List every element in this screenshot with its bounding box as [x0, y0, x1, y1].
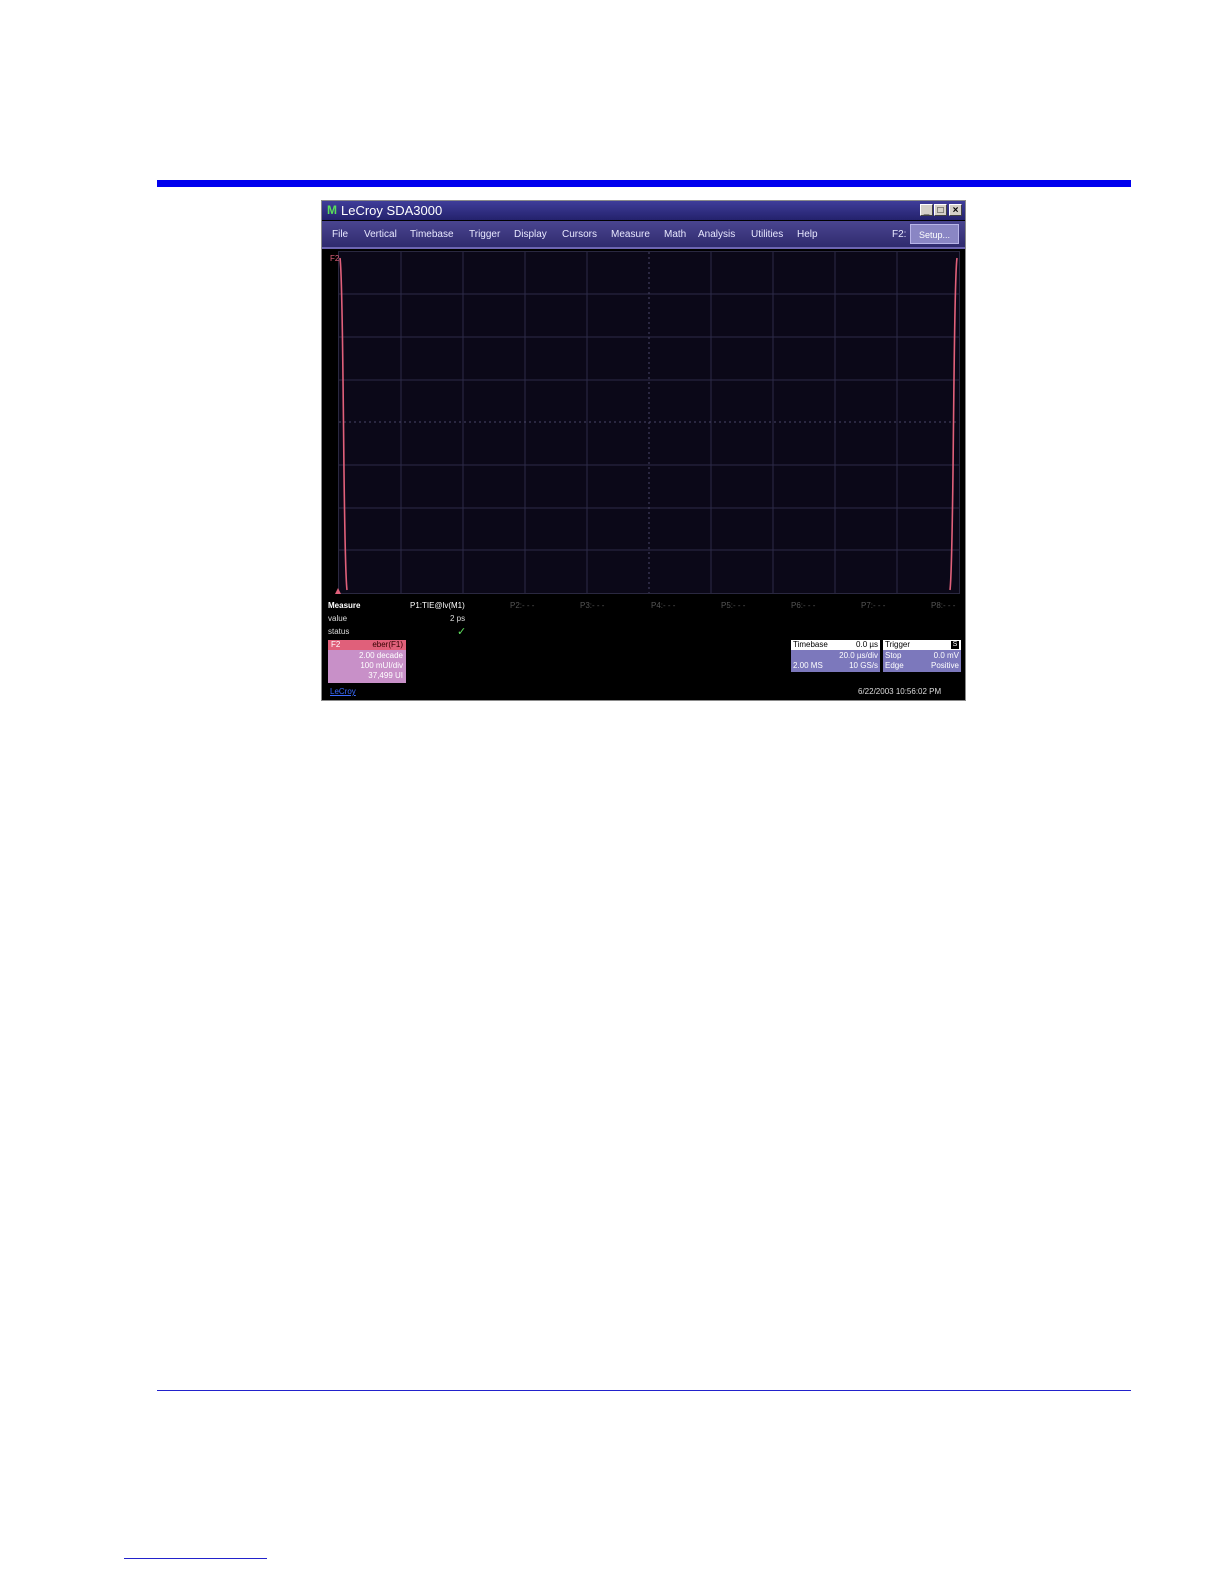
- oscilloscope-window: M LeCroy SDA3000 _ □ × File Vertical Tim…: [321, 200, 966, 701]
- waveform-grid[interactable]: F2: [330, 251, 960, 594]
- param-p8[interactable]: P8:- - -: [931, 601, 955, 610]
- measure-title: Measure: [328, 601, 361, 610]
- trigger-level: 0.0 mV: [933, 651, 959, 660]
- f2-descriptor-box[interactable]: F2 eber(F1) 2.00 decade 100 mUI/div 37,4…: [328, 640, 406, 683]
- check-icon: ✓: [457, 626, 467, 638]
- param-p7[interactable]: P7:- - -: [861, 601, 885, 610]
- timebase-rate: 10 GS/s: [849, 661, 878, 670]
- close-button[interactable]: ×: [949, 204, 962, 216]
- menu-cursors[interactable]: Cursors: [562, 229, 597, 240]
- measure-row-status: status: [328, 627, 350, 636]
- measure-row-value: value: [328, 614, 348, 623]
- title-bar: M LeCroy SDA3000 _ □ ×: [322, 201, 965, 220]
- f2-name: F2: [331, 640, 341, 649]
- param-p4[interactable]: P4:- - -: [651, 601, 675, 610]
- trigger-type: Edge: [885, 661, 904, 670]
- trigger-mode: Stop: [885, 651, 902, 660]
- menu-math[interactable]: Math: [664, 229, 686, 240]
- timebase-per-div: 20.0 µs/div: [839, 651, 878, 660]
- menu-help[interactable]: Help: [797, 229, 818, 240]
- window-title: LeCroy SDA3000: [341, 203, 443, 218]
- menu-utilities[interactable]: Utilities: [751, 229, 783, 240]
- menu-file[interactable]: File: [332, 229, 348, 240]
- f2-span: 37,499 UI: [368, 671, 403, 680]
- f2-scale: 2.00 decade: [358, 651, 403, 660]
- trace-label: F2: [330, 254, 340, 263]
- header-rule: [157, 180, 1131, 187]
- menu-display[interactable]: Display: [514, 229, 547, 240]
- menu-timebase[interactable]: Timebase: [410, 229, 454, 240]
- waveform-svg: [339, 252, 959, 593]
- menu-vertical[interactable]: Vertical: [364, 229, 397, 240]
- lecroy-link[interactable]: LeCroy: [330, 687, 356, 696]
- menu-analysis[interactable]: Analysis: [698, 229, 735, 240]
- trigger-box[interactable]: Trigger S Stop 0.0 mV Edge Positive: [883, 640, 961, 672]
- minimize-button[interactable]: _: [920, 204, 933, 216]
- param-p2[interactable]: P2:- - -: [510, 601, 534, 610]
- trigger-label: Trigger: [885, 640, 911, 649]
- param-p1[interactable]: P1:TIE@lv(M1): [410, 601, 465, 610]
- menu-measure[interactable]: Measure: [611, 229, 650, 240]
- trigger-source-icon: S: [951, 641, 959, 649]
- timebase-samples: 2.00 MS: [793, 661, 823, 670]
- maximize-button[interactable]: □: [934, 204, 947, 216]
- trigger-position-icon: [335, 588, 341, 594]
- timebase-box[interactable]: Timebase 0.0 µs 20.0 µs/div 2.00 MS 10 G…: [791, 640, 880, 672]
- datetime: 6/22/2003 10:56:02 PM: [858, 687, 942, 696]
- trace-f2-right: [949, 257, 958, 591]
- menu-bar: File Vertical Timebase Trigger Display C…: [322, 221, 965, 249]
- param-p3[interactable]: P3:- - -: [580, 601, 604, 610]
- param-p6[interactable]: P6:- - -: [791, 601, 815, 610]
- trace-f2: [339, 257, 348, 591]
- menu-trigger[interactable]: Trigger: [469, 229, 500, 240]
- f2-func: eber(F1): [372, 640, 403, 649]
- footnote-rule: [124, 1558, 267, 1559]
- footer-rule: [157, 1390, 1131, 1391]
- setup-button[interactable]: Setup...: [910, 224, 959, 244]
- f2-hscale: 100 mUI/div: [360, 661, 403, 670]
- timebase-label: Timebase: [793, 640, 828, 649]
- param-p5[interactable]: P5:- - -: [721, 601, 745, 610]
- param-p1-value: 2 ps: [450, 614, 466, 623]
- setup-label: F2:: [892, 229, 907, 240]
- trigger-slope: Positive: [930, 661, 959, 670]
- timebase-delay: 0.0 µs: [856, 640, 878, 649]
- app-logo-icon: M: [327, 203, 337, 217]
